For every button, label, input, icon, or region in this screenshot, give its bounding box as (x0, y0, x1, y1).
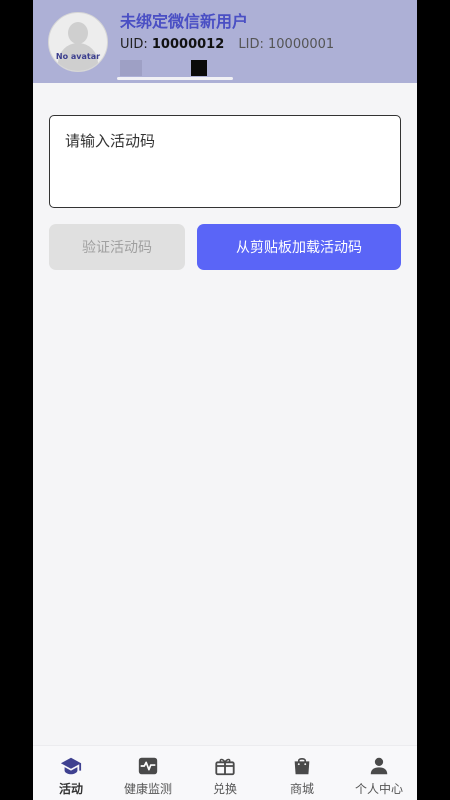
redacted-info-row (117, 58, 233, 80)
redacted-square (191, 60, 207, 76)
uid-row: UID: 10000012 LID: 10000001 (120, 37, 334, 52)
nav-item-profile[interactable]: 个人中心 (341, 746, 417, 800)
shopping-bag-icon (294, 757, 310, 775)
avatar-placeholder-text: No avatar (55, 52, 101, 61)
nav-item-health[interactable]: 健康监测 (110, 746, 186, 800)
graduation-cap-icon (60, 757, 82, 775)
verify-code-button[interactable]: 验证活动码 (49, 224, 185, 270)
activity-code-input[interactable]: 请输入活动码 (49, 115, 401, 208)
heartbeat-icon (138, 757, 158, 775)
nav-label: 兑换 (212, 782, 237, 796)
profile-header: No avatar 未绑定微信新用户 UID: 10000012 LID: 10… (33, 0, 417, 83)
bottom-nav: 活动 健康监测 兑换 商城 个人中心 (33, 745, 417, 800)
nav-label: 活动 (58, 782, 83, 796)
nav-label: 商城 (289, 782, 314, 796)
nav-item-activity[interactable]: 活动 (33, 746, 109, 800)
activity-code-placeholder: 请输入活动码 (65, 132, 156, 150)
app-screen: No avatar 未绑定微信新用户 UID: 10000012 LID: 10… (33, 0, 417, 800)
avatar-head-shape (68, 22, 88, 44)
redacted-block (120, 60, 142, 76)
avatar[interactable]: No avatar (48, 12, 108, 72)
uid-value: 10000012 (151, 37, 225, 52)
nav-label: 健康监测 (123, 782, 172, 796)
nav-item-exchange[interactable]: 兑换 (187, 746, 263, 800)
load-from-clipboard-button[interactable]: 从剪贴板加载活动码 (197, 224, 401, 270)
user-name: 未绑定微信新用户 (120, 12, 249, 31)
nav-item-mall[interactable]: 商城 (264, 746, 340, 800)
uid-label: UID: (120, 37, 148, 52)
lid-text: LID: 10000001 (238, 37, 335, 52)
person-icon (370, 757, 388, 775)
gift-icon (215, 758, 235, 776)
header-divider-line (117, 77, 233, 80)
nav-label: 个人中心 (354, 782, 403, 796)
